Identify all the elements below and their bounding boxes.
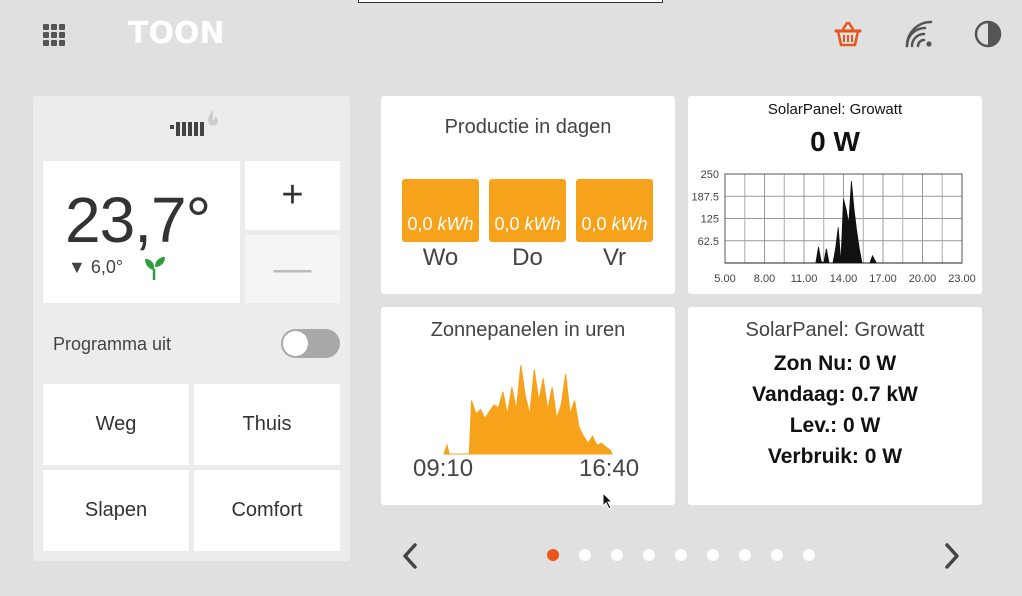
- decrease-temp-button[interactable]: —: [245, 235, 340, 303]
- increase-temp-button[interactable]: +: [245, 161, 340, 230]
- x-tick-label: 14.00: [830, 273, 858, 285]
- mouse-cursor-icon: [602, 492, 614, 510]
- temperature-card: 23,7° ▼ 6,0°: [43, 161, 240, 303]
- x-tick-label: 11.00: [791, 273, 818, 285]
- y-tick-label: 187.5: [691, 191, 719, 203]
- production-days-tile[interactable]: Productie in dagen 0,0 kWh Wo 0,0 kWh Do…: [381, 96, 675, 294]
- day-box-do: 0,0 kWh: [489, 179, 566, 242]
- stat-delivered: Lev.: 0 W: [789, 414, 881, 437]
- y-tick-label: 125: [701, 214, 719, 226]
- next-page-icon[interactable]: [942, 541, 962, 571]
- contrast-icon[interactable]: [972, 18, 1004, 50]
- basket-icon[interactable]: [832, 18, 864, 50]
- end-time-label: 16:40: [579, 455, 640, 482]
- x-tick-label: 5.00: [714, 273, 735, 285]
- page-dot[interactable]: [771, 549, 783, 561]
- tile-title: Productie in dagen: [444, 116, 612, 138]
- solar-power-chart: 250 187.5 125 62.5 5.00 8.00 11.00 14.00 17.00 20…: [691, 169, 976, 285]
- setpoint-temperature: ▼ 6,0°: [68, 257, 124, 277]
- mode-slapen-button[interactable]: Slapen: [43, 470, 189, 551]
- solar-stats-tile[interactable]: SolarPanel: Growatt Zon Nu: 0 W Vandaag:…: [688, 307, 982, 505]
- leaf-icon: [145, 257, 165, 280]
- previous-page-icon[interactable]: [400, 541, 420, 571]
- day-label-wo: Wo: [422, 244, 459, 271]
- y-tick-label: 250: [701, 169, 719, 181]
- solar-hours-tile[interactable]: Zonnepanelen in uren 09:10 16:40: [381, 307, 675, 505]
- y-tick-label: 62.5: [698, 236, 719, 248]
- mode-comfort-button[interactable]: Comfort: [194, 470, 340, 551]
- page-dot[interactable]: [643, 549, 655, 561]
- page-dot[interactable]: [611, 549, 623, 561]
- program-label: Programma uit: [53, 334, 172, 354]
- day-label-vr: Vr: [602, 244, 627, 271]
- stat-today: Vandaag: 0.7 kW: [752, 383, 918, 406]
- day-value: 0,0 kWh: [407, 214, 474, 234]
- day-label-do: Do: [512, 244, 543, 271]
- mode-weg-button[interactable]: Weg: [43, 384, 189, 465]
- solar-chart-tile[interactable]: SolarPanel: Growatt 0 W 250 187.5 125 62.5 5…: [688, 96, 982, 294]
- day-value: 0,0 kWh: [581, 214, 648, 234]
- x-tick-label: 8.00: [754, 273, 775, 285]
- hours-series-area: [443, 364, 613, 455]
- stat-sun-now: Zon Nu: 0 W: [773, 352, 897, 375]
- toggle-knob: [283, 331, 308, 356]
- heater-icon: [170, 110, 218, 136]
- day-value: 0,0 kWh: [494, 214, 561, 234]
- day-box-wo: 0,0 kWh: [402, 179, 479, 242]
- wifi-icon[interactable]: [903, 18, 935, 50]
- page-dot[interactable]: [675, 549, 687, 561]
- top-pull-tab[interactable]: [358, 0, 663, 3]
- stat-consumption: Verbruik: 0 W: [767, 445, 903, 468]
- current-temperature: 23,7°: [65, 184, 211, 256]
- thermostat-panel: 23,7° ▼ 6,0° + — Programma uit Weg Thuis…: [33, 96, 350, 561]
- mode-thuis-button[interactable]: Thuis: [194, 384, 340, 465]
- x-tick-label: 20.00: [909, 273, 937, 285]
- page-dot[interactable]: [739, 549, 751, 561]
- toon-logo: TOON: [128, 16, 225, 51]
- page-dot[interactable]: [579, 549, 591, 561]
- apps-grid-icon[interactable]: [43, 24, 65, 46]
- x-tick-label: 23.00: [948, 273, 976, 285]
- start-time-label: 09:10: [413, 455, 474, 482]
- tile-title: SolarPanel: Growatt: [745, 319, 925, 341]
- day-box-vr: 0,0 kWh: [576, 179, 653, 242]
- page-dot[interactable]: [803, 549, 815, 561]
- page-dot[interactable]: [707, 549, 719, 561]
- program-toggle[interactable]: [281, 329, 340, 358]
- page-dot[interactable]: [547, 549, 559, 561]
- x-tick-label: 17.00: [869, 273, 897, 285]
